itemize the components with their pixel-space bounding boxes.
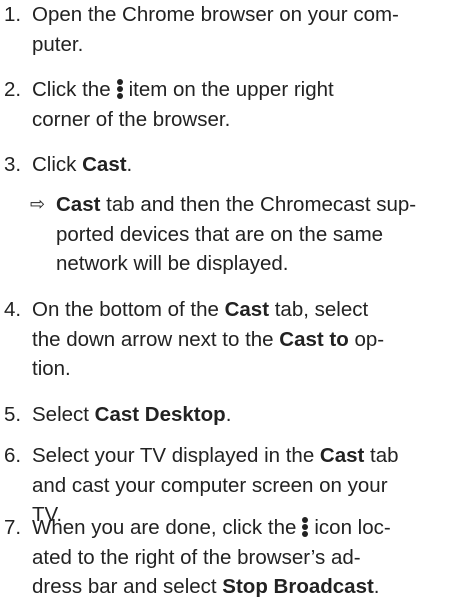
- step-text-fragment: tab: [364, 444, 399, 467]
- step-text: Click Cast.: [32, 150, 468, 180]
- step-line: ated to the right of the browser’s ad-: [32, 545, 361, 569]
- step-text: Open the Chrome browser on your com- put…: [32, 0, 468, 59]
- ui-term-cast: Cast: [224, 298, 270, 321]
- ui-term-cast: Cast: [56, 193, 101, 216]
- step-number: 5.: [4, 403, 22, 426]
- step-text-fragment: the down arrow next to the: [32, 327, 280, 351]
- step-line: Open the Chrome browser on your com-: [32, 3, 399, 26]
- more-vert-icon: [302, 517, 309, 537]
- step-number: 1.: [4, 3, 22, 26]
- step-text-fragment: tab and then the Chromecast sup-: [100, 193, 417, 216]
- step-text: Click the item on the upper right corner …: [32, 75, 468, 134]
- more-vert-icon: [116, 79, 123, 99]
- step-line: puter.: [32, 32, 84, 56]
- step-number: 7.: [4, 516, 22, 539]
- step-line: Select your TV displayed in the Cast tab: [32, 441, 468, 471]
- step-text-fragment: icon loc-: [314, 516, 391, 539]
- result-text: Cast tab and then the Chromecast sup- po…: [56, 190, 468, 279]
- step-line: network will be displayed.: [56, 252, 289, 275]
- step-line: Select Cast Desktop.: [32, 400, 468, 430]
- step-number: 3.: [4, 153, 22, 176]
- step-text-fragment: Click: [32, 153, 83, 176]
- step-line: On the bottom of the Cast tab, select: [32, 295, 468, 325]
- step-text-fragment: .: [126, 153, 133, 176]
- step-number: 6.: [4, 444, 22, 467]
- step-text-fragment: .: [225, 403, 232, 426]
- step-line: the down arrow next to the Cast to op-: [32, 325, 468, 355]
- step-line: corner of the browser.: [32, 107, 231, 131]
- step-line: Click the item on the upper right: [32, 75, 468, 105]
- step-text-fragment: Select: [32, 403, 95, 426]
- instruction-list: 1. Open the Chrome browser on your com- …: [0, 0, 473, 604]
- step-text-fragment: item on the upper right: [128, 78, 334, 101]
- step-text-fragment: op-: [348, 327, 385, 351]
- ui-term-cast: Cast: [82, 153, 127, 176]
- step-text-fragment: Click the: [32, 78, 111, 101]
- step-number: 4.: [4, 298, 22, 321]
- step-line: Click Cast.: [32, 150, 468, 180]
- step-line: When you are done, click the icon loc-: [32, 513, 468, 543]
- ui-term-cast-to: Cast to: [279, 327, 349, 351]
- step-line: dress bar and select Stop Broadcast.: [32, 572, 468, 602]
- step-number: 2.: [4, 78, 22, 101]
- result-arrow-icon: ⇨: [30, 194, 46, 215]
- step-line: tion.: [32, 357, 71, 380]
- step-text-fragment: .: [373, 575, 380, 598]
- step-text-fragment: dress bar and select: [32, 575, 223, 598]
- step-text-fragment: Select your TV displayed in the: [32, 444, 320, 467]
- step-text: Select Cast Desktop.: [32, 400, 468, 430]
- ui-term-stop-broadcast: Stop Broadcast: [222, 575, 374, 598]
- step-line: and cast your computer screen on your: [32, 473, 388, 497]
- step-text: When you are done, click the icon loc- at…: [32, 513, 468, 602]
- step-line: ported devices that are on the same: [56, 222, 384, 246]
- step-text-fragment: On the bottom of the: [32, 298, 225, 321]
- step-text: On the bottom of the Cast tab, select th…: [32, 295, 468, 384]
- ui-term-cast-desktop: Cast Desktop: [94, 403, 226, 426]
- step-line: Cast tab and then the Chromecast sup-: [56, 190, 468, 220]
- step-text-fragment: tab, select: [269, 298, 369, 321]
- step-text-fragment: When you are done, click the: [32, 516, 297, 539]
- ui-term-cast: Cast: [319, 444, 365, 467]
